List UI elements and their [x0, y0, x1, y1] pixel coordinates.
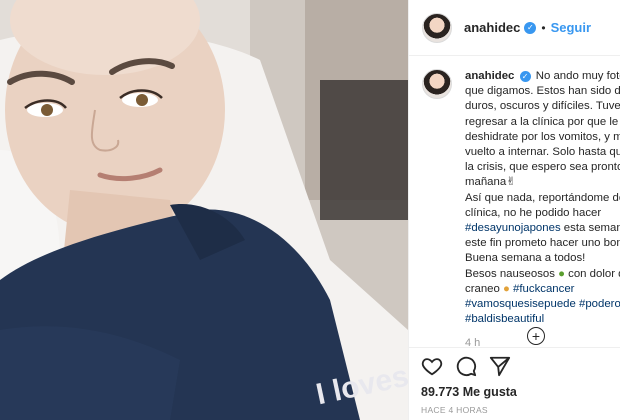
caption-line: craneo	[465, 282, 503, 295]
caption-line: No ando muy fotogé	[535, 70, 620, 82]
caption-line: la crisis, que espero sea pronto	[465, 161, 620, 174]
comment-icon[interactable]	[455, 355, 479, 379]
crossed-fingers-emoji: ✌	[506, 176, 516, 189]
action-icons	[421, 352, 620, 382]
caption-line: que digamos. Estos han sido días	[465, 85, 620, 98]
plus-circle-icon[interactable]: +	[527, 327, 545, 345]
avatar[interactable]	[422, 12, 452, 43]
caption-line: Besos nauseosos	[465, 267, 559, 280]
caption-line: mañana	[465, 176, 507, 189]
pouting-face-emoji: ●	[503, 282, 510, 295]
caption-line: con dolor de	[568, 267, 620, 280]
caption-line: Así que nada, reportándome desd	[465, 191, 620, 204]
caption-line: vuelto a internar. Solo hasta que p	[465, 146, 620, 159]
heart-icon[interactable]	[421, 355, 445, 379]
likes-count[interactable]: 89.773 Me gusta	[421, 385, 620, 399]
hashtag-link[interactable]: #fuckcancer	[510, 283, 574, 295]
follow-button[interactable]: Seguir	[551, 20, 591, 35]
caption-line: esta semana p	[563, 222, 620, 235]
username-link[interactable]: anahidec	[464, 20, 520, 35]
caption-username[interactable]: anahidec	[465, 70, 514, 82]
caption-line: clínica, no he podido hacer	[465, 206, 602, 219]
hashtag-link[interactable]: #desayunojapones	[465, 222, 561, 234]
caption-line: duros, oscuros y difíciles. Tuve qu	[465, 100, 620, 113]
nauseated-face-emoji: ●	[558, 267, 565, 280]
caption-line: Buena semana a todos!	[465, 252, 586, 265]
caption-text: anahidec ✓ No ando muy fotogé que digamo…	[465, 69, 620, 327]
caption-block: anahidec ✓ No ando muy fotogé que digamo…	[409, 56, 620, 349]
post-photo: I loves	[0, 0, 408, 420]
post-sidebar: anahidec ✓ • Seguir anahidec ✓ No ando m…	[408, 0, 620, 420]
verified-badge-icon: ✓	[524, 21, 537, 34]
share-icon[interactable]	[489, 355, 513, 379]
hashtag-link[interactable]: #poderosa	[576, 298, 620, 310]
post-actions: 89.773 Me gusta HACE 4 HORAS	[409, 347, 620, 415]
caption-avatar[interactable]	[422, 69, 452, 99]
separator-dot: •	[541, 20, 546, 35]
hashtag-link[interactable]: #vamosquesisepuede	[465, 298, 576, 310]
post-header: anahidec ✓ • Seguir	[409, 0, 620, 56]
caption-line: deshidrate por los vomitos, y me	[465, 130, 620, 143]
hashtag-link[interactable]: #baldisbeautiful	[465, 313, 544, 325]
caption-line: este fin prometo hacer uno bonito	[465, 237, 620, 250]
post-age: HACE 4 HORAS	[421, 405, 488, 415]
caption-line: regresar a la clínica por que le	[465, 115, 619, 128]
verified-badge-icon: ✓	[519, 71, 531, 83]
